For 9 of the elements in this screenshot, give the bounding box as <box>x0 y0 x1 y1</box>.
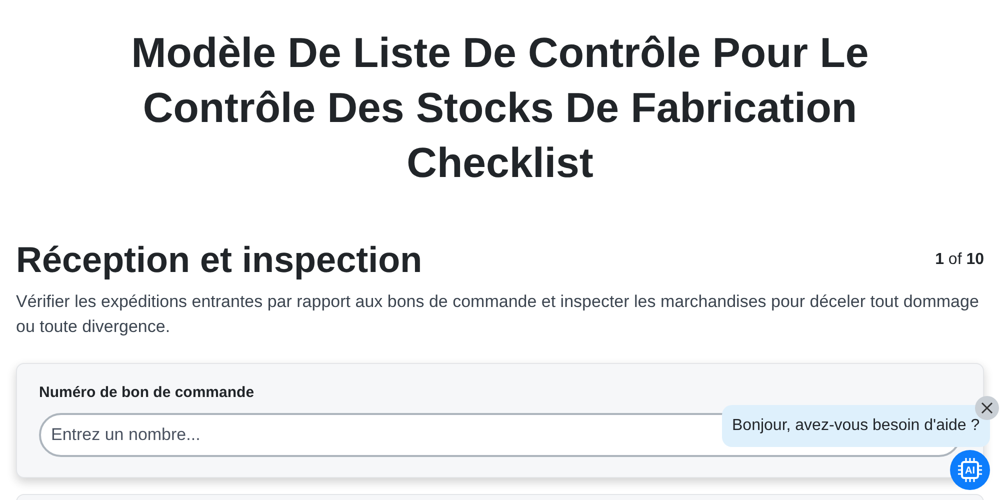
chat-bubble: Bonjour, avez-vous besoin d'aide ? <box>722 405 990 447</box>
section-description: Vérifier les expéditions entrantes par rapport aux bons de commande et inspecter les marchandises pour déceler tout dommage ou toute divergence. <box>16 291 980 338</box>
page-title: Modèle De Liste De Contrôle Pour Le Contrôle Des Stocks De Fabrication Checklist <box>130 28 870 188</box>
assistant-button[interactable]: AI <box>950 450 990 490</box>
section-heading: Réception et inspection <box>16 238 422 282</box>
close-button[interactable] <box>975 396 999 420</box>
progress-counter: 1 of 10 <box>935 250 984 270</box>
close-icon <box>981 402 993 414</box>
field-label: Numéro de bon de commande <box>39 383 256 404</box>
